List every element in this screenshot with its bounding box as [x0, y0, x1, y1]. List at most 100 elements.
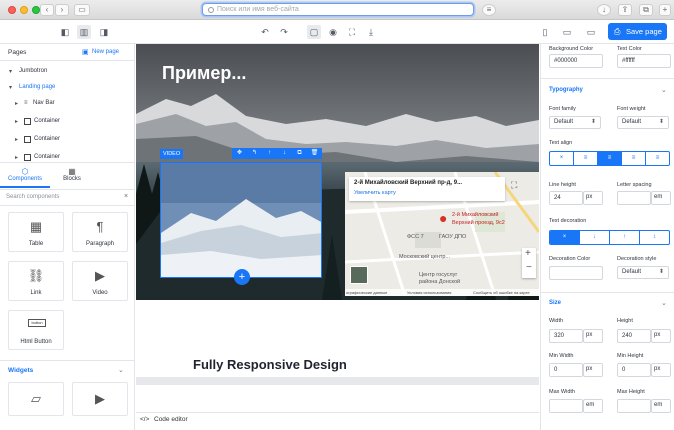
zoom-window-button[interactable]	[32, 6, 40, 14]
reader-button[interactable]: ≡	[482, 4, 496, 16]
device-desktop-button[interactable]: ▭	[584, 25, 598, 39]
text-color-input[interactable]: #ffffff	[617, 54, 671, 68]
height-unit-select[interactable]: px	[651, 329, 671, 343]
map-enlarge-link[interactable]: Увеличить карту	[354, 190, 396, 196]
width-input[interactable]: 320	[549, 329, 583, 343]
align-justify-button[interactable]: ≡	[646, 152, 669, 165]
background-color-input[interactable]: #000000	[549, 54, 603, 68]
video-component[interactable]	[160, 162, 322, 278]
clear-icon[interactable]: ×	[124, 193, 128, 200]
typography-heading[interactable]: Typography	[549, 87, 583, 93]
line-height-unit-select[interactable]: px	[583, 191, 603, 205]
downloads-button[interactable]: ↓	[597, 4, 611, 16]
save-page-button[interactable]: ⎙ Save page	[608, 23, 667, 40]
height-input[interactable]: 240	[617, 329, 651, 343]
min-height-unit-select[interactable]: px	[651, 363, 671, 377]
min-width-unit-select[interactable]: px	[583, 363, 603, 377]
device-tablet-button[interactable]: ▭	[560, 25, 574, 39]
decoration-color-input[interactable]	[549, 266, 603, 280]
component-link[interactable]: ⛓ Link	[8, 261, 64, 301]
move-up-icon[interactable]: ↑	[262, 148, 277, 159]
max-height-unit-select[interactable]: em	[651, 399, 671, 413]
toggle-right-panel-button[interactable]: ◨	[97, 25, 111, 39]
editor-canvas[interactable]: Пример... VIDEO ✥ ↰ ↑ ↓ ⧉ 🗑 + 2-й Михайл…	[136, 44, 539, 412]
map-expand-icon[interactable]: ⛶	[511, 180, 517, 191]
max-height-input[interactable]	[617, 399, 651, 413]
component-outline-button[interactable]: ▢	[307, 25, 321, 39]
delete-icon[interactable]: 🗑	[307, 148, 322, 159]
letter-spacing-input[interactable]	[617, 191, 651, 205]
max-width-input[interactable]	[549, 399, 583, 413]
decoration-style-select[interactable]: Default ⬍	[617, 266, 669, 279]
horizontal-scrollbar[interactable]	[136, 377, 539, 385]
tree-item-nav-bar[interactable]: ▸ ≡ Nav Bar	[0, 96, 135, 113]
max-width-unit-select[interactable]: em	[583, 399, 603, 413]
min-height-input[interactable]: 0	[617, 363, 651, 377]
tree-item-landing-page[interactable]: ▾ Landing page	[0, 80, 135, 97]
decoration-none-button[interactable]: ×	[550, 231, 580, 244]
zoom-out-button[interactable]: −	[526, 262, 532, 273]
min-width-input[interactable]: 0	[549, 363, 583, 377]
sidebar-toggle-button[interactable]: ▭	[74, 4, 90, 16]
font-family-select[interactable]: Default ⬍	[549, 116, 601, 129]
widget-video[interactable]: ▶	[72, 382, 128, 416]
tab-blocks[interactable]: ▦ Blocks	[50, 166, 94, 188]
export-button[interactable]: ⤓	[364, 25, 378, 39]
tree-item-container[interactable]: ▸ Container	[0, 114, 135, 131]
map-terms-link[interactable]: Условия использования	[407, 290, 451, 295]
section-title[interactable]: Fully Responsive Design	[193, 357, 347, 372]
search-components-input[interactable]: Search components ×	[0, 190, 135, 205]
move-down-icon[interactable]: ↓	[277, 148, 292, 159]
chevron-down-icon[interactable]: ⌄	[661, 86, 667, 94]
component-video[interactable]: ▶ Video	[72, 261, 128, 301]
toggle-layout-button[interactable]: ▥	[77, 25, 91, 39]
new-tab-button[interactable]: +	[659, 4, 671, 16]
tree-item-label: Container	[34, 118, 61, 124]
copy-icon[interactable]: ⧉	[292, 148, 307, 159]
address-bar[interactable]: Поиск или имя веб-сайта	[202, 3, 474, 16]
tab-components[interactable]: ⬡ Components	[0, 166, 50, 188]
undo-button[interactable]: ↶	[258, 25, 272, 39]
width-unit-select[interactable]: px	[583, 329, 603, 343]
size-heading[interactable]: Size	[549, 300, 561, 306]
decoration-overline-button[interactable]: ↑	[610, 231, 640, 244]
hero-title[interactable]: Пример...	[162, 63, 246, 84]
align-right-button[interactable]: ≡	[622, 152, 646, 165]
tree-item-container[interactable]: ▸ Container	[0, 132, 135, 149]
chevron-down-icon[interactable]: ⌄	[661, 299, 667, 307]
component-html-button[interactable]: button Html Button	[8, 310, 64, 350]
device-mobile-button[interactable]: ▯	[538, 25, 552, 39]
tree-item-jumbotron[interactable]: ▾ Jumbotron	[0, 64, 135, 81]
add-component-button[interactable]: +	[234, 269, 250, 285]
align-none-button[interactable]: ×	[550, 152, 574, 165]
share-button[interactable]: ⇪	[618, 4, 632, 16]
letter-spacing-unit-select[interactable]: em	[651, 191, 671, 205]
move-icon[interactable]: ✥	[232, 148, 247, 159]
hero-section[interactable]: Пример... VIDEO ✥ ↰ ↑ ↓ ⧉ 🗑 + 2-й Михайл…	[136, 44, 539, 300]
preview-button[interactable]: ◉	[326, 25, 340, 39]
widget-map[interactable]: ▱	[8, 382, 64, 416]
map-widget[interactable]: 2-й Михайловский Верхний пр-д, 9... Увел…	[345, 172, 539, 296]
minimize-window-button[interactable]	[20, 6, 28, 14]
zoom-in-button[interactable]: +	[525, 248, 531, 259]
decoration-underline-button[interactable]: ↓	[580, 231, 610, 244]
map-report-link[interactable]: Сообщить об ошибке на карте	[473, 290, 530, 295]
chevron-down-icon[interactable]: ⌄	[118, 366, 124, 374]
tree-item-container[interactable]: ▸ Container	[0, 150, 135, 167]
fullscreen-button[interactable]: ⛶	[345, 25, 359, 39]
tabs-button[interactable]: ⧉	[639, 4, 653, 16]
redo-button[interactable]: ↷	[277, 25, 291, 39]
align-left-button[interactable]: ≡	[574, 152, 598, 165]
component-table[interactable]: ▦ Table	[8, 212, 64, 252]
align-center-button[interactable]: ≡	[598, 152, 622, 165]
select-parent-icon[interactable]: ↰	[247, 148, 262, 159]
component-paragraph[interactable]: ¶ Paragraph	[72, 212, 128, 252]
line-height-input[interactable]: 24	[549, 191, 583, 205]
toggle-left-panel-button[interactable]: ◧	[58, 25, 72, 39]
decoration-line-through-button[interactable]: ↕	[640, 231, 669, 244]
font-weight-select[interactable]: Default ⬍	[617, 116, 669, 129]
close-window-button[interactable]	[8, 6, 16, 14]
back-button[interactable]: ‹	[40, 4, 54, 16]
map-satellite-toggle[interactable]	[350, 266, 368, 284]
forward-button[interactable]: ›	[55, 4, 69, 16]
